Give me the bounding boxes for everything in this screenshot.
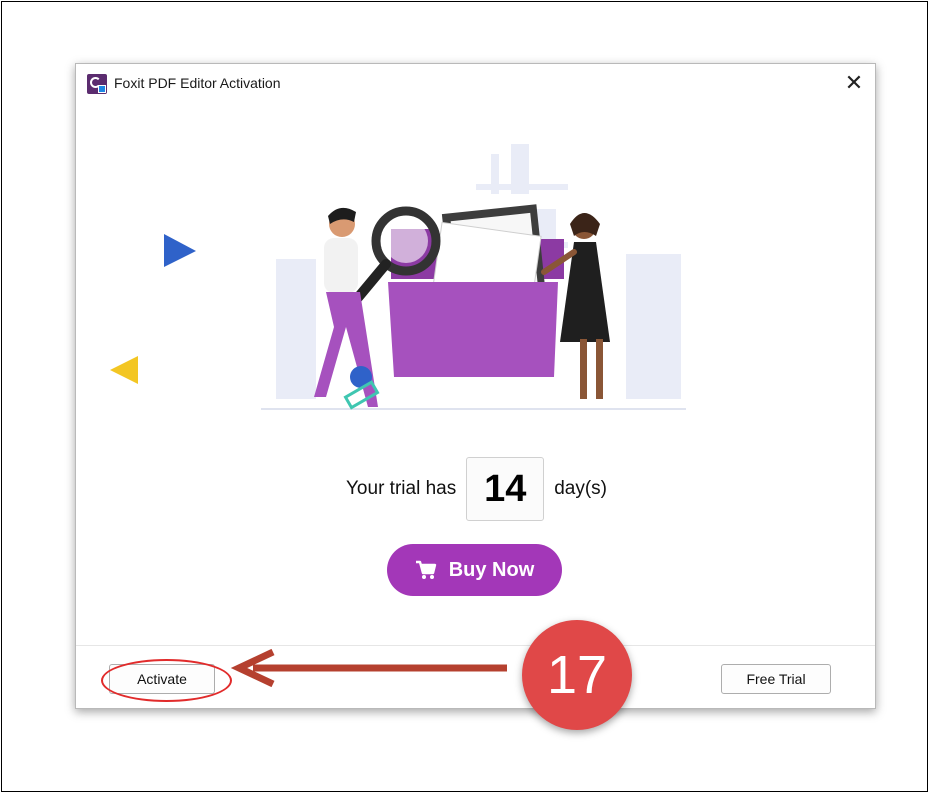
title-bar: Foxit PDF Editor Activation ✕ <box>76 64 875 104</box>
free-trial-button[interactable]: Free Trial <box>721 664 831 694</box>
buy-now-button[interactable]: Buy Now <box>387 544 562 596</box>
step-number-badge: 17 <box>522 620 632 730</box>
blue-triangle-icon <box>164 234 196 267</box>
close-icon[interactable]: ✕ <box>841 70 867 96</box>
days-remaining-value: 14 <box>466 457 545 521</box>
cart-icon <box>415 560 437 580</box>
foxit-logo-icon <box>87 74 107 94</box>
yellow-triangle-icon-left <box>110 356 138 384</box>
activation-dialog: Foxit PDF Editor Activation ✕ Your trial… <box>75 63 876 709</box>
trial-illustration <box>110 144 686 410</box>
dialog-title: Foxit PDF Editor Activation <box>114 75 281 91</box>
trial-prefix-label: Your trial has <box>346 478 457 499</box>
buy-now-label: Buy Now <box>448 558 535 581</box>
trial-suffix-label: day(s) <box>554 478 607 499</box>
footer-divider <box>76 645 875 646</box>
activate-button[interactable]: Activate <box>109 664 215 694</box>
trial-status: Your trial has 14 day(s) <box>76 456 877 522</box>
